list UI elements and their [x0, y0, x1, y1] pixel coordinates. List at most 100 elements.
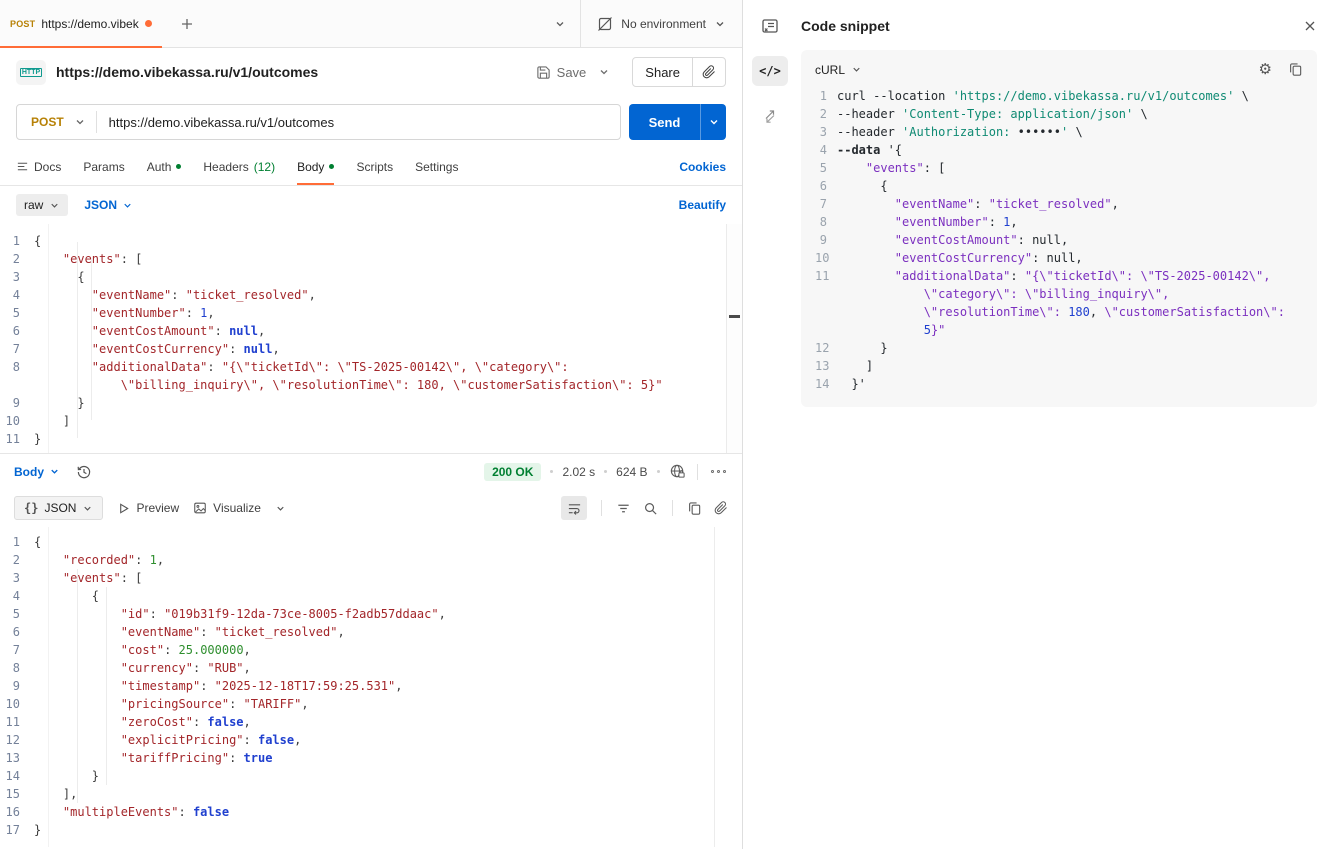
code-line: 2 "recorded": 1,: [0, 551, 742, 569]
toolbar-divider: [601, 500, 602, 516]
paperclip-icon: [702, 65, 716, 79]
copy-response-button[interactable]: [687, 501, 702, 516]
code-line: 10 ]: [0, 412, 742, 430]
close-panel-button[interactable]: [1303, 19, 1317, 33]
cookies-link[interactable]: Cookies: [679, 160, 726, 174]
globe-lock-icon: [669, 463, 686, 480]
tab-body[interactable]: Body: [297, 148, 334, 185]
docs-icon: [16, 160, 29, 173]
response-body-viewer[interactable]: 1{2 "recorded": 1,3 "events": [4 {5 "id"…: [0, 527, 742, 847]
snippet-settings-button[interactable]: ⚙: [1259, 62, 1272, 77]
code-line: 5 "eventNumber": 1,: [0, 304, 742, 322]
share-button[interactable]: Share: [633, 65, 692, 80]
request-tab[interactable]: POST https://demo.vibekass: [0, 0, 162, 47]
variables-button[interactable]: [760, 16, 780, 36]
code-line: 11 "additionalData": "{\"ticketId\": \"T…: [815, 267, 1303, 285]
tab-headers[interactable]: Headers(12): [203, 148, 275, 185]
beautify-link[interactable]: Beautify: [679, 198, 726, 212]
code-line: 2 "events": [: [0, 250, 742, 268]
http-request-icon: HTTP: [16, 60, 46, 85]
code-line: 6 "eventName": "ticket_resolved",: [0, 623, 742, 641]
history-clock-icon: [76, 464, 92, 480]
body-mode-row: raw JSON Beautify: [0, 186, 742, 224]
filter-button[interactable]: [616, 501, 631, 516]
code-line: 11 "zeroCost": false,: [0, 713, 742, 731]
url-box: POST https://demo.vibekassa.ru/v1/outcom…: [16, 104, 621, 140]
request-title: https://demo.vibekassa.ru/v1/outcomes: [56, 64, 526, 80]
response-body-selector[interactable]: Body: [14, 465, 60, 479]
code-line: \"billing_inquiry\", \"resolutionTime\":…: [0, 376, 742, 394]
body-mode-selector[interactable]: raw: [16, 194, 68, 216]
url-input[interactable]: https://demo.vibekassa.ru/v1/outcomes: [97, 115, 334, 130]
snippet-content: Code snippet cURL ⚙ 1curl --location: [797, 0, 1333, 407]
response-scrollbar[interactable]: [714, 527, 742, 847]
response-time: 2.02 s: [562, 465, 595, 479]
tab-auth[interactable]: Auth: [147, 148, 182, 185]
request-workspace: POST https://demo.vibekass No environmen…: [0, 0, 742, 849]
response-history-button[interactable]: [76, 464, 92, 480]
save-options-dropdown[interactable]: [598, 66, 610, 78]
related-requests-button[interactable]: [761, 106, 779, 124]
copy-snippet-button[interactable]: [1288, 62, 1303, 77]
network-info-button[interactable]: [669, 463, 686, 480]
request-body-editor[interactable]: 1{2 "events": [3 {4 "eventName": "ticket…: [0, 224, 742, 453]
code-line: 8 "currency": "RUB",: [0, 659, 742, 677]
code-line: 5 "events": [: [815, 159, 1303, 177]
search-button[interactable]: [643, 501, 658, 516]
preview-tab[interactable]: Preview: [117, 501, 179, 515]
chevron-down-icon: [82, 503, 93, 514]
environment-label: No environment: [621, 17, 706, 31]
response-more-actions[interactable]: [709, 470, 729, 474]
new-tab-button[interactable]: [176, 13, 198, 35]
link-response-button[interactable]: [714, 501, 728, 515]
request-tabs: Docs Params Auth Headers(12) Body Script…: [0, 148, 742, 186]
body-language-selector[interactable]: JSON: [84, 198, 133, 212]
response-format-selector[interactable]: {} JSON: [14, 496, 103, 520]
code-line: 4 "eventName": "ticket_resolved",: [0, 286, 742, 304]
response-status-group: 200 OK 2.02 s 624 B: [484, 463, 728, 481]
curl-code[interactable]: 1curl --location 'https://demo.vibekassa…: [815, 87, 1303, 393]
method-dropdown[interactable]: [74, 116, 96, 128]
tab-label: Docs: [34, 160, 61, 174]
copy-link-button[interactable]: [693, 58, 725, 86]
auth-status-dot: [176, 164, 181, 169]
tab-bar: POST https://demo.vibekass No environmen…: [0, 0, 742, 48]
paperclip-icon: [714, 501, 728, 515]
code-line: 5 "id": "019b31f9-12da-73ce-8005-f2adb57…: [0, 605, 742, 623]
chevron-down-icon: [275, 503, 286, 514]
code-line: 5}": [815, 321, 1303, 339]
play-icon: [117, 502, 130, 515]
code-line: \"resolutionTime\": 180, \"customerSatis…: [815, 303, 1303, 321]
wrap-text-icon: [567, 501, 582, 516]
status-code-badge[interactable]: 200 OK: [484, 463, 541, 481]
editor-minimap[interactable]: [726, 224, 742, 453]
chevron-down-icon: [708, 116, 720, 128]
send-button[interactable]: Send: [629, 104, 700, 140]
code-line: 7 "eventName": "ticket_resolved",: [815, 195, 1303, 213]
tab-scripts[interactable]: Scripts: [356, 148, 393, 185]
snippet-toolbar: cURL ⚙: [815, 62, 1303, 77]
code-line: 9 "eventCostAmount": null,: [815, 231, 1303, 249]
save-button[interactable]: Save: [536, 65, 587, 80]
code-line: 13 "tariffPricing": true: [0, 749, 742, 767]
no-environment-icon: [597, 16, 613, 32]
code-button[interactable]: </>: [752, 56, 788, 86]
method-selector[interactable]: POST: [17, 115, 74, 129]
visualize-tab[interactable]: Visualize: [193, 501, 261, 515]
send-options-dropdown[interactable]: [700, 104, 726, 140]
unsaved-changes-dot: [145, 20, 152, 27]
code-line: 13 ]: [815, 357, 1303, 375]
wrap-text-toggle[interactable]: [561, 496, 587, 520]
request-title-row: HTTP https://demo.vibekassa.ru/v1/outcom…: [0, 48, 742, 96]
tab-docs[interactable]: Docs: [16, 148, 61, 185]
body-language-label: JSON: [84, 198, 117, 212]
tab-list-dropdown[interactable]: [540, 18, 580, 30]
code-line: 14 }': [815, 375, 1303, 393]
toolbar-divider: [672, 500, 673, 516]
tab-settings[interactable]: Settings: [415, 148, 458, 185]
environment-selector[interactable]: No environment: [581, 0, 742, 47]
tab-params[interactable]: Params: [83, 148, 124, 185]
visualize-options-dropdown[interactable]: [275, 503, 286, 514]
code-line: 10 "pricingSource": "TARIFF",: [0, 695, 742, 713]
snippet-language-selector[interactable]: cURL: [815, 63, 862, 77]
